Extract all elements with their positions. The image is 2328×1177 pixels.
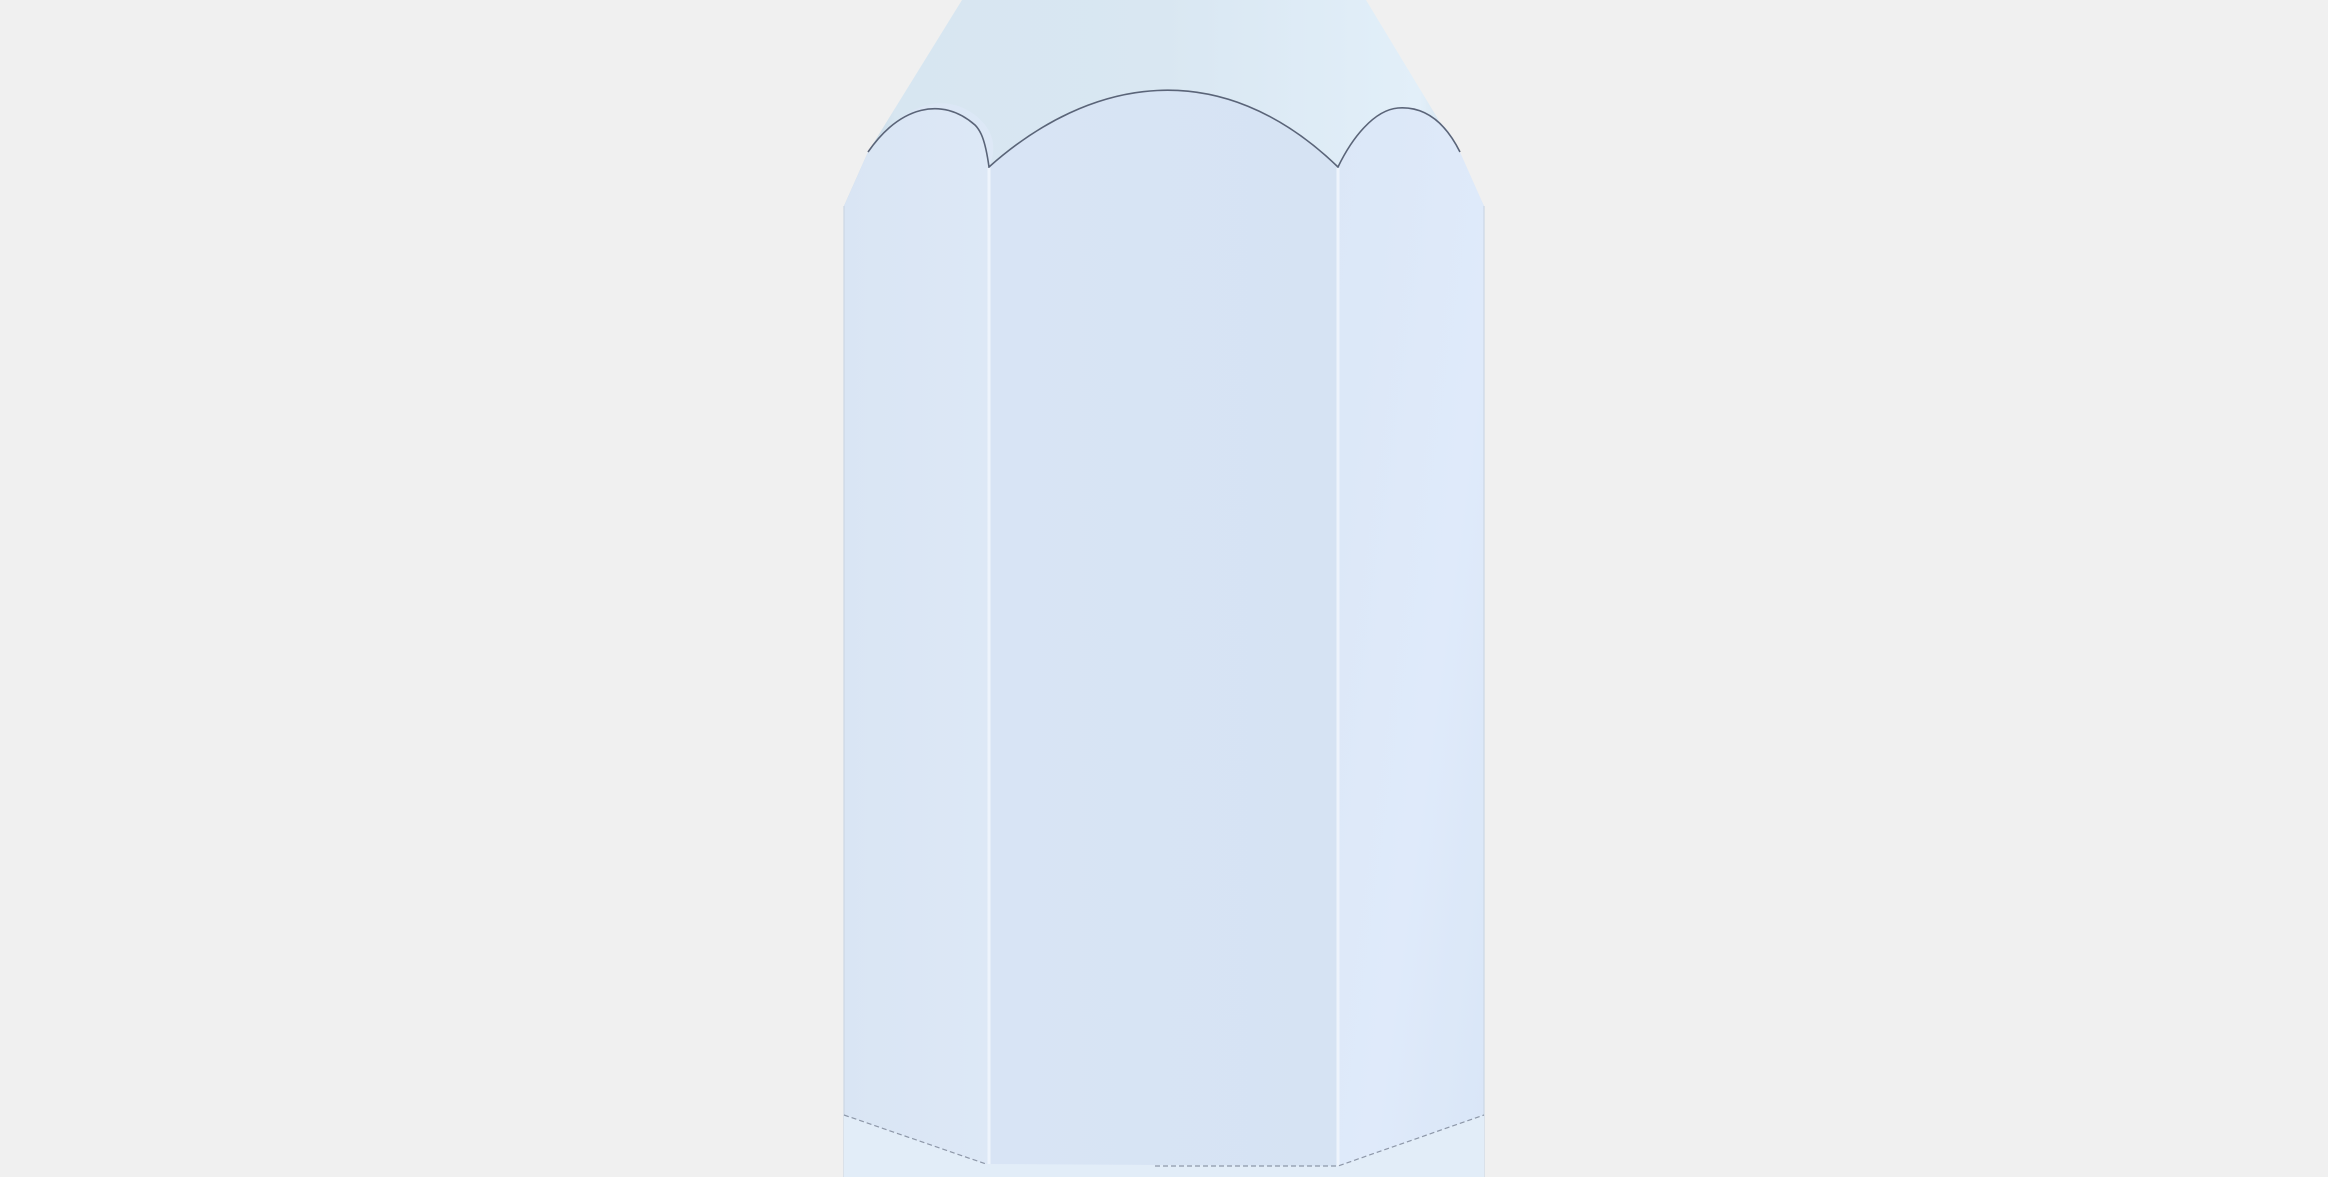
pencil-body-left-facet (844, 103, 994, 1177)
canvas-background (0, 0, 2328, 1177)
pencil-body-right-facet (1338, 107, 1484, 1177)
pencil-body-center-facet (989, 90, 1338, 1177)
pencil-icon (843, 0, 1485, 1177)
